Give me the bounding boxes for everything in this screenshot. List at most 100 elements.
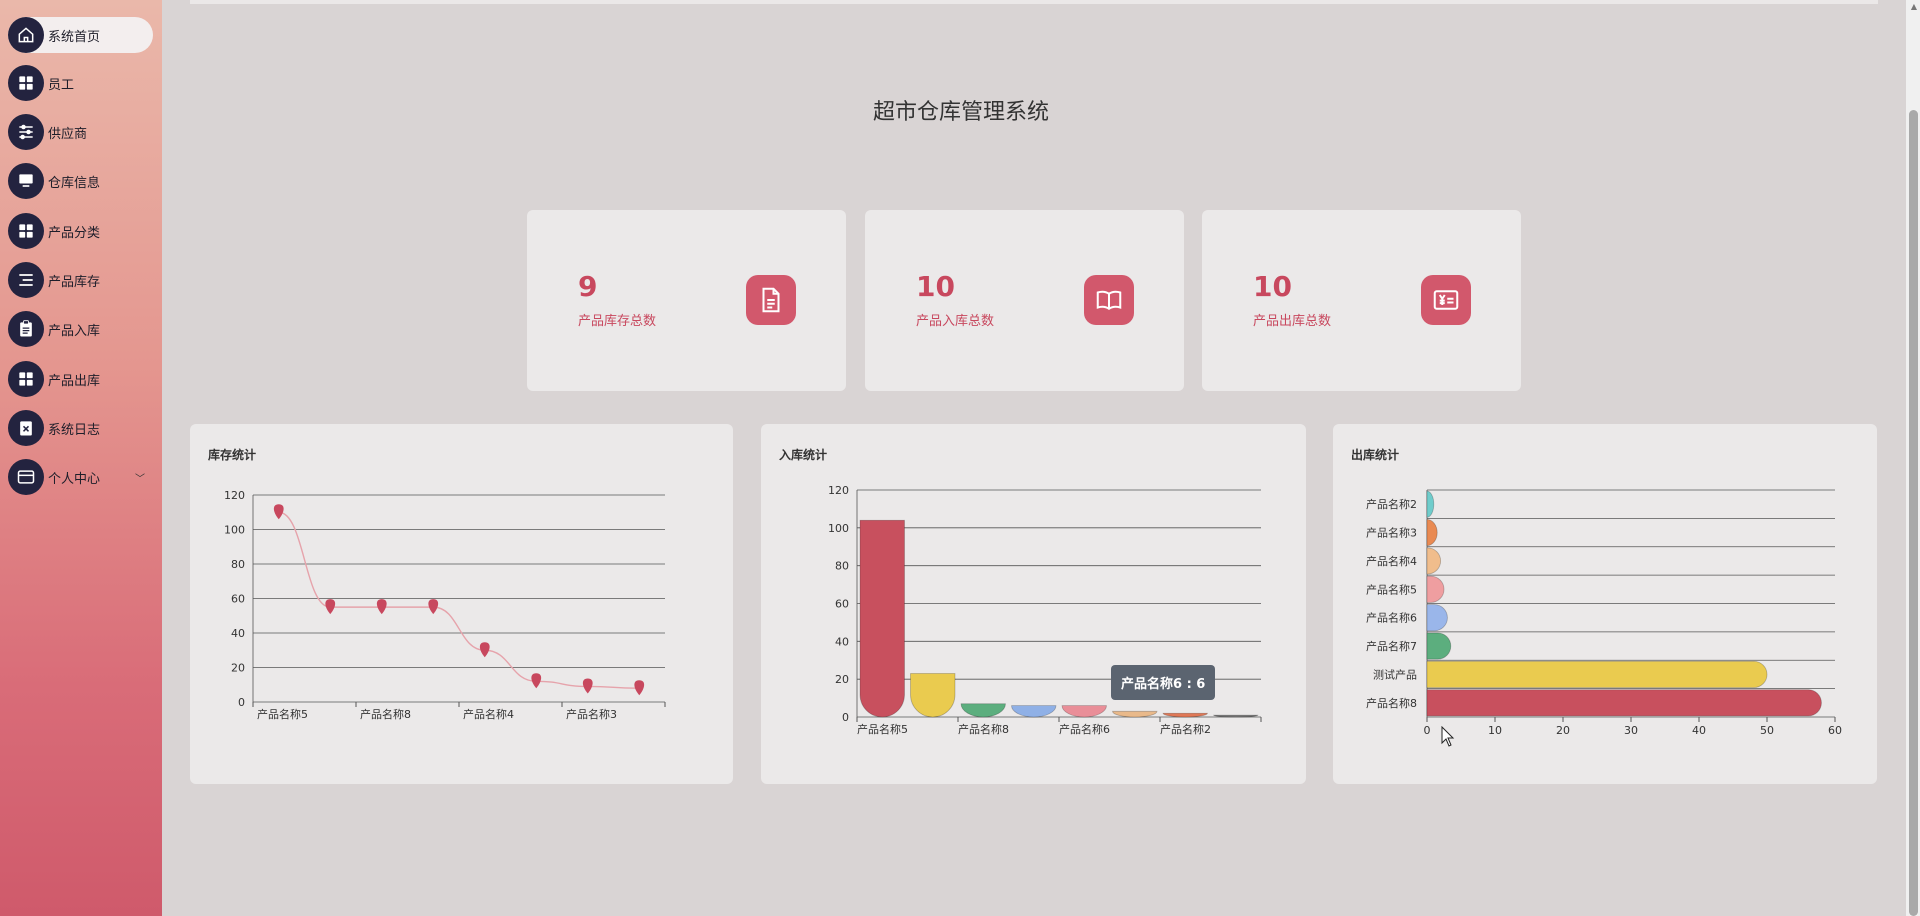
- home-icon: [8, 17, 44, 53]
- stat-card-outbound: 10 产品出库总数: [1202, 210, 1521, 391]
- x-tick-label: 产品名称5: [257, 707, 308, 721]
- x-tick-label: 产品名称8: [360, 707, 411, 721]
- y-tick-label: 100: [224, 524, 245, 537]
- bar: [960, 703, 1006, 718]
- x-tick-label: 产品名称3: [566, 707, 617, 721]
- card-icon: [8, 459, 44, 495]
- y-tick-label: 60: [835, 598, 849, 611]
- sidebar-item-label: 产品出库: [48, 373, 101, 389]
- y-tick-label: 40: [231, 627, 245, 640]
- y-tick-label: 产品名称6: [1366, 611, 1417, 625]
- data-point: [531, 673, 542, 689]
- data-point: [582, 678, 593, 694]
- bar: [910, 673, 956, 718]
- stock-line-chart: 0 20 40 60 80 100 120 产品名称5 产品名称8 产品名称4 产品名称3: [224, 489, 666, 721]
- book-icon: [1084, 275, 1134, 325]
- mouse-cursor-icon: [1441, 726, 1455, 747]
- y-tick-label: 产品名称2: [1366, 497, 1417, 511]
- y-tick-label: 0: [238, 696, 245, 709]
- sidebar-item-label: 个人中心: [48, 471, 101, 487]
- sidebar-item-8[interactable]: 产品出库: [8, 361, 153, 397]
- stat-value: 9: [578, 270, 598, 303]
- sidebar-item-4[interactable]: 仓库信息: [8, 163, 153, 199]
- stat-value: 10: [1253, 270, 1292, 303]
- sidebar-item-6[interactable]: 产品库存: [8, 262, 153, 298]
- document-icon: [746, 275, 796, 325]
- chart-card-stock: 库存统计 0 20 40 60 80 100 120 产品名称5 产品名称8 产品名称4 产品名称3: [190, 424, 733, 784]
- x-tick-label: 产品名称5: [857, 722, 908, 736]
- outbound-hbar-chart: 0 10 20 30 40 50 60 产品名称2 产品名称3 产品名称4 产品名称5 产品名称6 产品…: [1366, 489, 1842, 737]
- x-tick-label: 20: [1556, 724, 1570, 737]
- sidebar-item-1[interactable]: 系统首页: [8, 17, 153, 53]
- y-tick-label: 120: [828, 484, 849, 497]
- bar: [1213, 714, 1259, 718]
- grid-icon: [8, 361, 44, 397]
- data-point: [273, 504, 284, 520]
- bar: [1426, 547, 1441, 575]
- sidebar-item-label: 员工: [48, 77, 75, 93]
- stat-value: 10: [916, 270, 955, 303]
- chart-card-inbound: 入库统计 0 20 40 60 80 100 120 产品名称5 产品名称8 产品名称6 产品名称2…: [761, 424, 1306, 784]
- sidebar-item-label: 系统日志: [48, 422, 101, 438]
- x-tick-label: 30: [1624, 724, 1638, 737]
- y-tick-label: 产品名称4: [1366, 554, 1417, 568]
- data-point: [428, 599, 439, 615]
- x-tick-label: 产品名称6: [1059, 722, 1110, 736]
- x-tick-label: 40: [1692, 724, 1706, 737]
- x-tick-label: 产品名称4: [463, 707, 514, 721]
- data-point: [634, 680, 645, 696]
- y-tick-label: 100: [828, 522, 849, 535]
- x-tick-label: 0: [1424, 724, 1431, 737]
- chevron-down-icon[interactable]: ﹀: [135, 470, 145, 485]
- data-point: [479, 642, 490, 658]
- clipboard-icon: [8, 311, 44, 347]
- sidebar: 系统首页 员工 供应商 仓库信息 产品分类 产品库存 产品入库 产品出库 系统日志 个人中心 ﹀: [0, 0, 162, 916]
- sidebar-item-5[interactable]: 产品分类: [8, 213, 153, 249]
- y-tick-label: 0: [842, 711, 849, 724]
- y-tick-label: 20: [231, 662, 245, 675]
- bar: [1011, 705, 1057, 718]
- x-tick-label: 产品名称2: [1160, 722, 1211, 736]
- y-tick-label: 测试产品: [1373, 667, 1417, 681]
- y-tick-label: 产品名称7: [1366, 639, 1417, 653]
- stat-card-stock: 9 产品库存总数: [527, 210, 846, 391]
- y-tick-label: 产品名称5: [1366, 582, 1417, 596]
- bar: [1426, 660, 1768, 688]
- sidebar-item-10[interactable]: 个人中心 ﹀: [8, 459, 153, 495]
- bar: [1162, 712, 1208, 718]
- bar: [1426, 519, 1438, 547]
- y-tick-label: 80: [231, 558, 245, 571]
- x-tick-label: 10: [1488, 724, 1502, 737]
- scroll-thumb[interactable]: [1909, 110, 1918, 916]
- page-title-text: 超市仓库管理系统: [872, 100, 1049, 125]
- scroll-up-arrow-icon[interactable]: ▲: [1911, 2, 1917, 11]
- sidebar-item-label: 产品入库: [48, 323, 101, 339]
- chart-tooltip: 产品名称6 : 6: [1111, 665, 1216, 700]
- clipboard-x-icon: [8, 410, 44, 446]
- data-point: [325, 599, 336, 615]
- stat-label: 产品入库总数: [916, 314, 995, 329]
- bar: [1426, 490, 1435, 518]
- y-tick-label: 120: [224, 489, 245, 502]
- bar: [1426, 689, 1822, 717]
- y-tick-label: 40: [835, 635, 849, 648]
- scrollbar[interactable]: ▲: [1906, 0, 1920, 916]
- inbound-bar-chart: 0 20 40 60 80 100 120 产品名称5 产品名称8 产品名称6 产品名称2: [828, 484, 1262, 736]
- sidebar-item-label: 仓库信息: [48, 175, 101, 191]
- sidebar-item-label: 系统首页: [48, 29, 101, 45]
- bar: [1061, 705, 1107, 718]
- x-tick-label: 产品名称8: [958, 722, 1009, 736]
- sidebar-item-9[interactable]: 系统日志: [8, 410, 153, 446]
- bar: [859, 519, 905, 718]
- list-icon: [8, 262, 44, 298]
- sidebar-item-7[interactable]: 产品入库: [8, 311, 153, 347]
- sidebar-item-label: 产品分类: [48, 225, 101, 241]
- y-tick-label: 产品名称8: [1366, 696, 1417, 710]
- bar: [1426, 604, 1448, 632]
- monitor-icon: [8, 163, 44, 199]
- x-tick-label: 60: [1828, 724, 1842, 737]
- chart-card-outbound: 出库统计 0 10 20 30 40 50 60 产品名称2 产品名称3 产品名称4 产品名称5 产品…: [1333, 424, 1877, 784]
- bar: [1426, 632, 1452, 660]
- y-tick-label: 60: [231, 593, 245, 606]
- yen-invoice-icon: [1421, 275, 1471, 325]
